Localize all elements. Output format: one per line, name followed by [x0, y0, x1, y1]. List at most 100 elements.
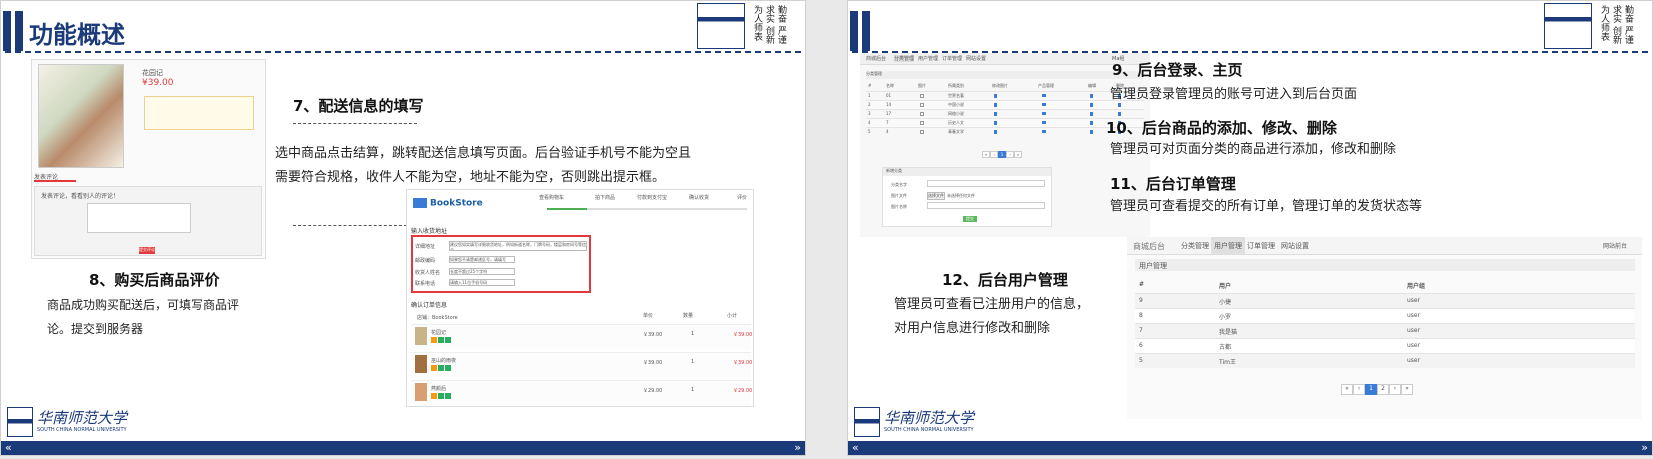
edit-image-icon[interactable] [994, 94, 997, 98]
pager-page-2[interactable]: 2 [1377, 384, 1389, 395]
comment-textarea[interactable] [87, 203, 191, 233]
edit-icon[interactable] [1090, 103, 1093, 107]
goods-pager: «‹ 1 ›» [982, 151, 1022, 158]
bottom-bar: « » [848, 441, 1652, 455]
users-table: # 用户 用户组 9 小捷 user 8 小罗 user 7 我是猫 user 6 古都 use… [1135, 279, 1635, 371]
title-divider [5, 51, 801, 53]
nav-orders[interactable]: 订单管理 [942, 55, 962, 62]
product-review-screenshot: 花园记 ¥39.00 发表评论 发表评论，看看别人的评论！ 提交评论 [31, 59, 266, 259]
item-subtotal: ￥39.00 [733, 332, 753, 338]
pager-next[interactable]: › [1006, 151, 1014, 158]
manage-icon[interactable] [1042, 103, 1046, 106]
col-id: # [868, 83, 872, 88]
col-category: 所属类别 [948, 83, 964, 88]
heading-12: 12、后台用户管理 [942, 271, 1068, 289]
bookstore-logo: BookStore [413, 198, 483, 209]
delete-icon[interactable] [1118, 112, 1121, 116]
table-row[interactable]: 7 我是猫 user [1135, 323, 1635, 338]
table-row: 2 14 中国小说 [866, 100, 1144, 109]
goods-admin-screenshot: 商城后台 分类管理 用户管理 订单管理 网站设置 Ma组 分类管理 # 名称 图… [860, 53, 1150, 237]
pager-page-1[interactable]: 1 [998, 151, 1006, 158]
col-group: 用户组 [1407, 283, 1426, 290]
item-tags [431, 365, 452, 373]
submit-comment-button[interactable]: 提交评论 [139, 247, 155, 254]
edit-image-icon[interactable] [994, 103, 997, 107]
edit-icon[interactable] [1090, 112, 1093, 116]
university-crest: 勤奋 严谨 求实 创新 为人师表 [697, 3, 797, 49]
nav-brand[interactable]: 商城后台 [866, 55, 886, 62]
logo-en: SOUTH CHINA NORMAL UNIVERSITY [884, 427, 974, 433]
nav-category[interactable]: 分类管理 [894, 55, 915, 62]
nav-orders[interactable]: 订单管理 [1247, 241, 1275, 251]
order-col-qty: 数量 [683, 313, 694, 319]
product-name: 花园记 [142, 69, 163, 77]
new-category-form: 新增分类 分类名字 图片文件 选择文件 未选择任何文件 图片名称 提交 [882, 167, 1052, 227]
pager-page-1[interactable]: 1 [1365, 384, 1377, 395]
checkout-screenshot: BookStore 查看购物车 拍下商品 付款到支付宝 确认收货 评价 输入收货… [406, 189, 754, 407]
edit-image-icon[interactable] [994, 112, 997, 116]
field-label-image-name: 图片名称 [891, 204, 907, 209]
crest-icon [697, 3, 745, 49]
nav-users[interactable]: 用户管理 [1211, 237, 1245, 255]
choose-file-button[interactable]: 选择文件 [927, 192, 945, 200]
table-row: 3 17 网络小说 [866, 109, 1144, 118]
edit-icon[interactable] [1090, 130, 1093, 134]
slide-1: 功能概述 勤奋 严谨 求实 创新 为人师表 花园记 ¥39.00 发表评论 发表… [0, 0, 806, 456]
edit-icon[interactable] [1090, 121, 1093, 125]
field-label-name: 分类名字 [891, 182, 907, 187]
nav-category[interactable]: 分类管理 [1181, 241, 1209, 251]
category-name-input[interactable] [927, 180, 1045, 187]
edit-image-icon[interactable] [994, 130, 997, 134]
name-input[interactable]: 长度不超过25个字符 [449, 268, 515, 275]
tab-review[interactable]: 发表评论 [34, 172, 76, 182]
edit-image-icon[interactable] [994, 121, 997, 125]
chevron-right-icon[interactable]: » [1641, 441, 1648, 455]
edit-icon[interactable] [1090, 94, 1093, 98]
step-5: 评价 [737, 195, 748, 201]
manage-icon[interactable] [1042, 112, 1046, 115]
pager-first[interactable]: « [982, 151, 990, 158]
nav-settings[interactable]: 网站设置 [1281, 241, 1309, 251]
university-logo: 华南师范大学 SOUTH CHINA NORMAL UNIVERSITY [7, 407, 127, 439]
text-7: 选中商品点击结算，跳转配送信息填写页面。后台验证手机号不能为空且需要符合规格，收… [275, 146, 692, 185]
pager-prev[interactable]: ‹ [990, 151, 998, 158]
nav-users[interactable]: 用户管理 [918, 55, 938, 62]
product-price: ¥39.00 [142, 78, 174, 88]
nav-settings[interactable]: 网站设置 [966, 55, 986, 62]
pager-prev[interactable]: ‹ [1353, 384, 1365, 395]
table-row[interactable]: 9 小捷 user [1135, 293, 1635, 308]
book-thumb [415, 383, 427, 401]
address-input[interactable]: 建议您如实填写详细收货地址，例如街道名称，门牌号码，楼层和房间号等信息 [449, 241, 587, 251]
table-row[interactable]: 6 古都 user [1135, 338, 1635, 353]
section-title: 用户管理 [1135, 259, 1635, 271]
book-thumb [415, 327, 427, 345]
pager-last[interactable]: » [1014, 151, 1022, 158]
notice-box [144, 96, 254, 130]
submit-button[interactable]: 提交 [963, 216, 977, 222]
text-9: 管理员登录管理员的账号可进入到后台页面 [1110, 87, 1358, 102]
chevron-left-icon[interactable]: « [5, 441, 12, 455]
bottom-bar: « » [1, 441, 805, 455]
item-subtotal: ￥39.00 [733, 360, 753, 366]
logo-cn: 华南师范大学 [884, 409, 975, 427]
manage-icon[interactable] [1042, 94, 1046, 97]
zip-input[interactable]: 如果您不清楚邮递区号，请填写000000 [449, 256, 515, 263]
manage-icon[interactable] [1042, 130, 1046, 133]
chevron-left-icon[interactable]: « [852, 441, 859, 455]
table-row: 1 01 世界名著 [866, 91, 1144, 100]
nav-frontend-link[interactable]: 网站前台 [1603, 241, 1627, 250]
image-name-input[interactable] [927, 202, 1045, 209]
phone-input[interactable]: 请输入11位手机号码 [449, 279, 515, 286]
heading-10: 10、后台商品的添加、修改、删除 [1106, 119, 1337, 137]
table-row[interactable]: 5 Tim王 user [1135, 353, 1635, 368]
item-qty: 1 [691, 359, 695, 365]
nav-brand[interactable]: 商城后台 [1133, 241, 1165, 252]
pager-last[interactable]: » [1401, 384, 1413, 395]
pager-first[interactable]: « [1341, 384, 1353, 395]
table-row[interactable]: 8 小罗 user [1135, 308, 1635, 323]
section-title: 分类管理 [866, 71, 1144, 79]
pager-next[interactable]: › [1389, 384, 1401, 395]
manage-icon[interactable] [1042, 121, 1046, 124]
chevron-right-icon[interactable]: » [794, 441, 801, 455]
col-name: 名称 [886, 83, 894, 88]
